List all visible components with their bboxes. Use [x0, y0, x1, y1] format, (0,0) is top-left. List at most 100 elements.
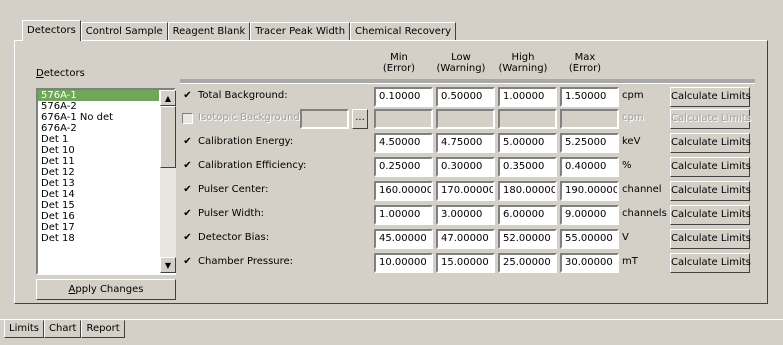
- limit-field-high[interactable]: [498, 109, 557, 129]
- tab-limits[interactable]: Limits: [4, 320, 44, 338]
- row-enable-checkbox[interactable]: ✔: [182, 257, 193, 268]
- limit-field-high[interactable]: 25.00000: [498, 253, 557, 273]
- calculate-limits-button[interactable]: Calculate Limits: [670, 157, 751, 177]
- row-unit: channels: [622, 208, 667, 219]
- limit-field-min[interactable]: 1.00000: [374, 205, 433, 225]
- limit-field-high[interactable]: 180.00000: [498, 181, 557, 201]
- row-enable-checkbox[interactable]: ✔: [182, 91, 193, 102]
- calculate-limits-button[interactable]: Calculate Limits: [670, 181, 751, 201]
- limit-field-min[interactable]: 0.10000: [374, 87, 433, 107]
- row-unit: mT: [622, 256, 638, 267]
- tab-chemical-recovery[interactable]: Chemical Recovery: [350, 22, 456, 41]
- limit-field-low[interactable]: 0.30000: [436, 157, 495, 177]
- scroll-thumb[interactable]: [160, 106, 176, 168]
- row-enable-checkbox[interactable]: ✔: [182, 161, 193, 172]
- limit-field-max[interactable]: 0.40000: [560, 157, 619, 177]
- row-label: Chamber Pressure:: [198, 256, 294, 267]
- limit-row: ✔ Pulser Center: 160.00000 170.00000 180.000…: [182, 180, 752, 202]
- detector-list-item[interactable]: 676A-2: [38, 123, 159, 134]
- limit-row: Isotopic Background:... cpm Calculate Limi…: [182, 108, 752, 130]
- row-enable-checkbox[interactable]: ✔: [182, 209, 193, 220]
- calculate-limits-button[interactable]: Calculate Limits: [670, 109, 751, 129]
- tab-reagent-blank[interactable]: Reagent Blank: [167, 22, 251, 41]
- limit-field-min[interactable]: 160.00000: [374, 181, 433, 201]
- tab-tracer-peak-width[interactable]: Tracer Peak Width: [250, 22, 351, 41]
- limit-field-min[interactable]: [374, 109, 433, 129]
- limit-field-max[interactable]: 9.00000: [560, 205, 619, 225]
- column-header-max-title: Max: [574, 52, 596, 63]
- limit-row: ✔ Calibration Energy: 4.50000 4.75000 5.0000…: [182, 132, 752, 154]
- limit-field-max[interactable]: 190.00000: [560, 181, 619, 201]
- row-label: Calibration Energy:: [198, 136, 294, 147]
- limit-field-min[interactable]: 10.00000: [374, 253, 433, 273]
- row-unit: cpm: [622, 112, 644, 123]
- detector-list-item[interactable]: Det 15: [38, 200, 159, 211]
- tab-chart[interactable]: Chart: [44, 320, 82, 338]
- limit-field-low[interactable]: 170.00000: [436, 181, 495, 201]
- limit-field-min[interactable]: 4.50000: [374, 133, 433, 153]
- limit-field-min[interactable]: 45.00000: [374, 229, 433, 249]
- limit-field-max[interactable]: 5.25000: [560, 133, 619, 153]
- limit-row: ✔ Detector Bias: 45.00000 47.00000 52.00000 5…: [182, 228, 752, 250]
- row-enable-checkbox[interactable]: ✔: [182, 137, 193, 148]
- limit-field-low[interactable]: 4.75000: [436, 133, 495, 153]
- detector-list-item[interactable]: Det 17: [38, 222, 159, 233]
- limit-field-low[interactable]: 15.00000: [436, 253, 495, 273]
- scroll-down-arrow-icon[interactable]: ▼: [160, 257, 176, 273]
- detector-list-item[interactable]: Det 18: [38, 233, 159, 244]
- tab-detectors[interactable]: Detectors: [22, 20, 81, 41]
- column-header-high-title: High: [511, 52, 535, 63]
- tab-report[interactable]: Report: [81, 320, 125, 338]
- limit-row: ✔ Total Background: 0.10000 0.50000 1.00000 1…: [182, 86, 752, 108]
- limit-field-high[interactable]: 1.00000: [498, 87, 557, 107]
- tab-control-sample[interactable]: Control Sample: [80, 22, 168, 41]
- detector-list-item[interactable]: Det 16: [38, 211, 159, 222]
- detector-list-item[interactable]: Det 14: [38, 189, 159, 200]
- detector-list-item[interactable]: Det 10: [38, 145, 159, 156]
- bottom-tab-strip: Limits Chart Report: [4, 320, 125, 338]
- detectors-listbox[interactable]: 576A-1 576A-2 676A-1 No det 676A-2 Det 1 Det …: [36, 88, 176, 275]
- apply-changes-button[interactable]: Apply Changes: [36, 279, 176, 300]
- calculate-limits-button[interactable]: Calculate Limits: [670, 87, 751, 107]
- limit-field-max[interactable]: 1.50000: [560, 87, 619, 107]
- detector-list-item[interactable]: 576A-1: [38, 90, 159, 101]
- detector-list-item[interactable]: Det 13: [38, 178, 159, 189]
- calculate-limits-button[interactable]: Calculate Limits: [670, 253, 751, 273]
- isotope-browse-button[interactable]: ...: [352, 109, 368, 129]
- calculate-limits-button[interactable]: Calculate Limits: [670, 133, 751, 153]
- detector-list-item[interactable]: 676A-1 No det: [38, 112, 159, 123]
- limit-field-max[interactable]: [560, 109, 619, 129]
- limit-field-max[interactable]: 30.00000: [560, 253, 619, 273]
- detector-list-item[interactable]: Det 1: [38, 134, 159, 145]
- column-header-high: High (Warning): [492, 52, 554, 74]
- calculate-limits-button[interactable]: Calculate Limits: [670, 205, 751, 225]
- limit-row: ✔ Calibration Efficiency: 0.25000 0.30000 0.…: [182, 156, 752, 178]
- column-header-min-sub: (Error): [382, 63, 416, 74]
- limit-field-high[interactable]: 5.00000: [498, 133, 557, 153]
- row-enable-checkbox[interactable]: ✔: [182, 233, 193, 244]
- detectors-scrollbar[interactable]: ▲ ▼: [160, 90, 176, 273]
- limit-field-min[interactable]: 0.25000: [374, 157, 433, 177]
- column-header-max: Max (Error): [554, 52, 616, 74]
- scroll-up-arrow-icon[interactable]: ▲: [160, 90, 176, 106]
- isotope-select-field[interactable]: [300, 109, 349, 129]
- limit-field-low[interactable]: 47.00000: [436, 229, 495, 249]
- limit-field-high[interactable]: 6.00000: [498, 205, 557, 225]
- limit-field-high[interactable]: 52.00000: [498, 229, 557, 249]
- limit-field-low[interactable]: 0.50000: [436, 87, 495, 107]
- calculate-limits-button[interactable]: Calculate Limits: [670, 229, 751, 249]
- limit-field-max[interactable]: 55.00000: [560, 229, 619, 249]
- row-label: Isotopic Background:: [198, 112, 304, 123]
- limit-field-high[interactable]: 0.35000: [498, 157, 557, 177]
- detector-list-item[interactable]: Det 11: [38, 156, 159, 167]
- top-tab-strip: Detectors Control Sample Reagent Blank T…: [22, 20, 456, 41]
- limit-field-low[interactable]: [436, 109, 495, 129]
- row-enable-checkbox[interactable]: ✔: [182, 185, 193, 196]
- row-enable-checkbox[interactable]: [182, 113, 193, 124]
- row-label: Pulser Width:: [198, 208, 265, 219]
- detectors-label: Detectors: [36, 68, 85, 79]
- detector-list-item[interactable]: 576A-2: [38, 101, 159, 112]
- limit-field-low[interactable]: 3.00000: [436, 205, 495, 225]
- detector-list-item[interactable]: Det 12: [38, 167, 159, 178]
- column-header-low-sub: (Warning): [436, 63, 486, 74]
